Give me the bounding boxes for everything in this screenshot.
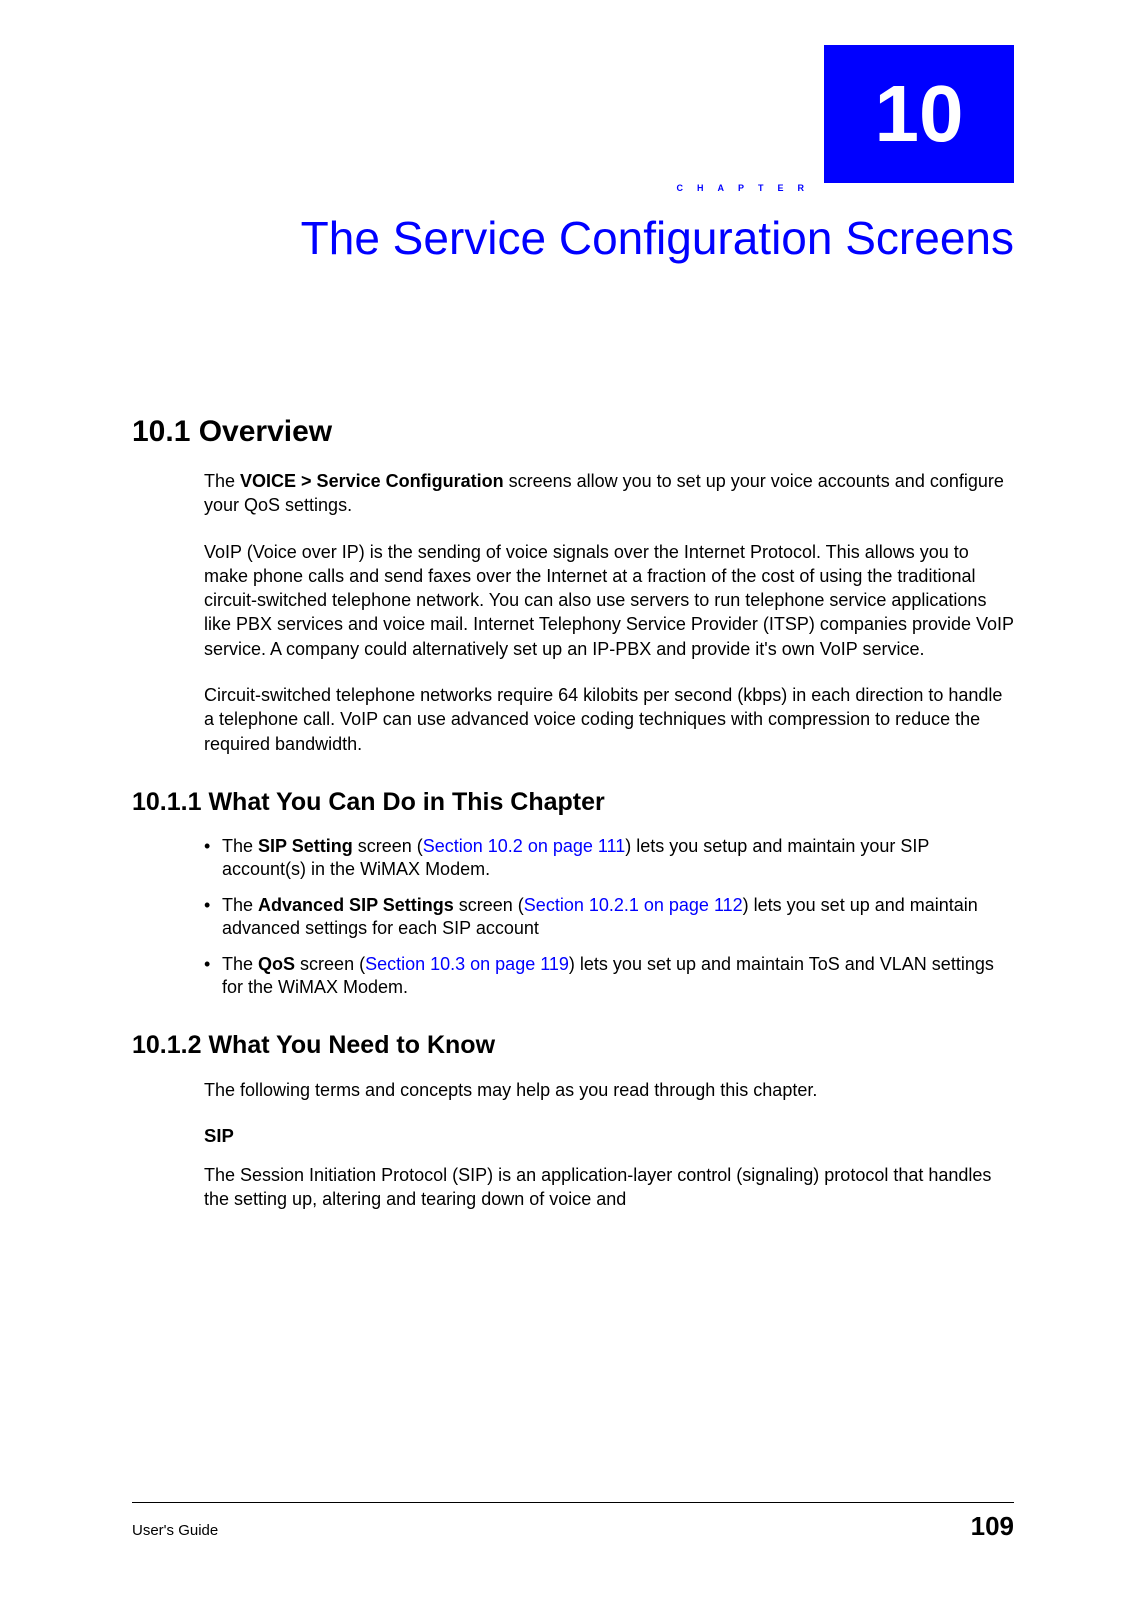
footer-divider	[132, 1502, 1014, 1503]
paragraph: The VOICE > Service Configuration screen…	[204, 469, 1014, 518]
heading-10-1: 10.1 Overview	[132, 415, 1014, 449]
heading-10-1-1: 10.1.1 What You Can Do in This Chapter	[132, 788, 1014, 817]
page-footer: User's Guide 109	[0, 1502, 1128, 1542]
sub-heading-sip: SIP	[204, 1125, 1014, 1147]
list-item: The SIP Setting screen (Section 10.2 on …	[204, 835, 1014, 882]
paragraph: Circuit-switched telephone networks requ…	[204, 683, 1014, 756]
heading-10-1-2: 10.1.2 What You Need to Know	[132, 1031, 1014, 1060]
list-item: The QoS screen (Section 10.3 on page 119…	[204, 953, 1014, 1000]
text: The	[204, 471, 240, 491]
chapter-title: The Service Configuration Screens	[132, 210, 1014, 268]
paragraph: The following terms and concepts may hel…	[204, 1078, 1014, 1102]
page-number: 109	[971, 1511, 1014, 1542]
cross-reference-link[interactable]: Section 10.3 on page 119	[365, 954, 569, 974]
screen-name: QoS	[258, 954, 295, 974]
text: The	[222, 836, 258, 856]
text: screen (	[295, 954, 365, 974]
screen-name: SIP Setting	[258, 836, 353, 856]
list-item: The Advanced SIP Settings screen (Sectio…	[204, 894, 1014, 941]
paragraph: VoIP (Voice over IP) is the sending of v…	[204, 540, 1014, 661]
screen-name: Advanced SIP Settings	[258, 895, 454, 915]
text: The	[222, 895, 258, 915]
paragraph: The Session Initiation Protocol (SIP) is…	[204, 1163, 1014, 1212]
footer-row: User's Guide 109	[132, 1511, 1014, 1542]
footer-guide-label: User's Guide	[132, 1522, 218, 1539]
text: The	[222, 954, 258, 974]
chapter-number: 10	[875, 74, 964, 154]
page: 10 CHAPTER The Service Configuration Scr…	[0, 0, 1128, 1597]
content-area: 10.1 Overview The VOICE > Service Config…	[132, 415, 1014, 1233]
cross-reference-link[interactable]: Section 10.2 on page 111	[423, 836, 626, 856]
text: screen (	[454, 895, 524, 915]
chapter-number-tab: 10	[824, 45, 1014, 183]
text: screen (	[353, 836, 423, 856]
chapter-label: CHAPTER	[676, 183, 818, 193]
cross-reference-link[interactable]: Section 10.2.1 on page 112	[524, 895, 743, 915]
bullet-list: The SIP Setting screen (Section 10.2 on …	[204, 835, 1014, 999]
nav-path: VOICE > Service Configuration	[240, 471, 504, 491]
